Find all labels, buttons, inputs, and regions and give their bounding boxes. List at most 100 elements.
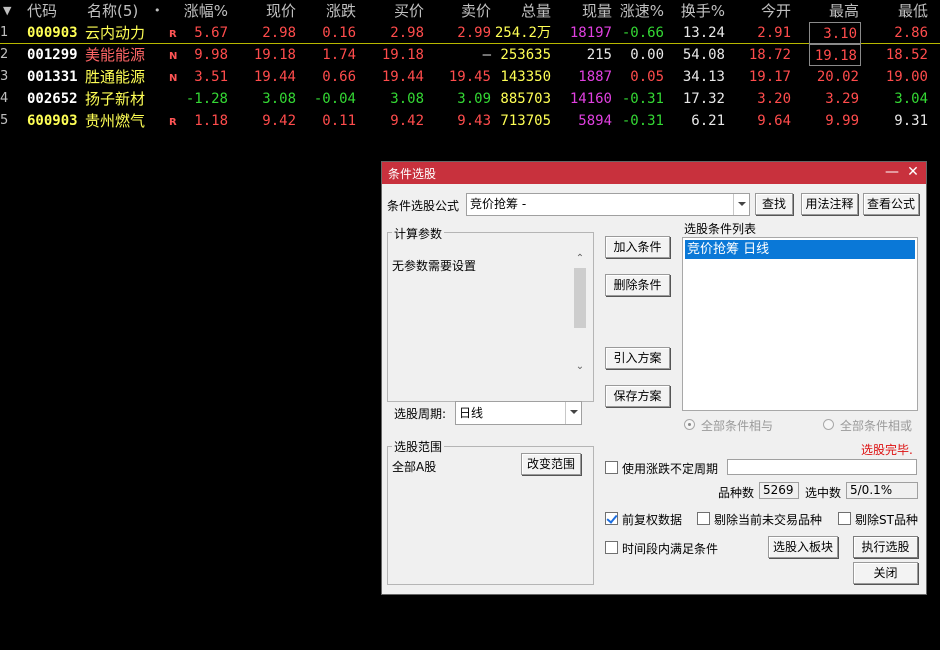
exclude-st-checkbox[interactable] [838,512,851,525]
count-label: 品种数 [718,486,755,500]
status-text: 选股完毕. [861,443,913,457]
col-dot: • [154,4,161,17]
speed: -0.31 [621,91,664,107]
scrollbar-thumb[interactable] [574,268,586,328]
table-row[interactable]: 4 002652 扬子新材 -1.28 3.08 -0.04 3.08 3.09… [0,88,940,110]
params-text: 无参数需要设置 [392,259,477,273]
scroll-down-icon[interactable]: ⌄ [575,362,585,372]
save-plan-button[interactable]: 保存方案 [605,385,670,407]
volume: 143350 [500,69,551,85]
table-row[interactable]: 1 000903 云内动力 R 5.67 2.98 0.16 2.98 2.99… [0,22,940,44]
change: 0.11 [322,113,356,129]
to-board-button[interactable]: 选股入板块 [768,536,838,558]
import-plan-button[interactable]: 引入方案 [605,347,670,369]
col-code[interactable]: 代码 [27,0,57,22]
time-range-checkbox[interactable] [605,541,618,554]
speed: -0.31 [621,113,664,129]
radio-or-label: 全部条件相或 [840,419,913,433]
period-select[interactable]: 日线 [455,401,582,425]
stock-flag: N [169,51,178,62]
high: 3.10 [809,22,861,44]
formula-value: 竞价抢筹 - [470,197,527,211]
low: 2.86 [894,25,928,41]
scroll-up-icon[interactable]: ⌃ [575,254,585,264]
sort-indicator-icon[interactable]: ▼ [3,0,11,22]
count-value: 5269 [763,483,794,497]
table-row[interactable]: 2 001299 美能能源 N 9.98 19.18 1.74 19.18 – … [0,44,940,66]
table-header: ▼ 代码 名称(5) • 涨幅% 现价 涨跌 买价 卖价 总量 现量 涨速% 换… [0,0,940,22]
col-cur-volume[interactable]: 现量 [582,0,612,22]
radio-or[interactable] [823,419,834,430]
usage-notes-button[interactable]: 用法注释 [801,193,858,215]
change-pct: 5.67 [194,25,228,41]
dialog-title: 条件选股 [388,167,437,181]
stock-quote-table: ▼ 代码 名称(5) • 涨幅% 现价 涨跌 买价 卖价 总量 现量 涨速% 换… [0,0,940,132]
high: 9.99 [825,113,859,129]
list-item[interactable]: 竞价抢筹 日线 [685,240,915,259]
col-low[interactable]: 最低 [898,0,928,22]
cur-volume: 18197 [569,25,612,41]
col-change[interactable]: 涨跌 [326,0,356,22]
table-row[interactable]: 5 600903 贵州燃气 R 1.18 9.42 0.11 9.42 9.43… [0,110,940,132]
col-turnover[interactable]: 换手% [681,0,725,22]
change-pct: -1.28 [185,91,228,107]
table-row[interactable]: 3 001331 胜通能源 N 3.51 19.44 0.66 19.44 19… [0,66,940,88]
col-open[interactable]: 今开 [761,0,791,22]
dialog-titlebar[interactable]: 条件选股 — ✕ [382,162,926,184]
row-index: 1 [0,25,9,40]
search-button[interactable]: 查找 [755,193,793,215]
exclude-untraded-checkbox[interactable] [697,512,710,525]
bid: 19.18 [381,47,424,63]
turnover: 17.32 [682,91,725,107]
col-change-pct[interactable]: 涨幅% [184,0,228,22]
formula-select[interactable]: 竞价抢筹 - [466,193,750,216]
condition-list[interactable]: 竞价抢筹 日线 [682,237,918,411]
bid: 3.08 [390,91,424,107]
period-value: 日线 [459,406,484,420]
execute-button[interactable]: 执行选股 [853,536,918,558]
chevron-down-icon[interactable] [733,194,749,215]
delete-condition-button[interactable]: 删除条件 [605,274,670,296]
open: 9.64 [757,113,791,129]
high: 20.02 [816,69,859,85]
add-condition-button[interactable]: 加入条件 [605,236,670,258]
speed: 0.00 [630,47,664,63]
view-formula-button[interactable]: 查看公式 [863,193,919,215]
stock-flag: N [169,73,178,84]
col-name[interactable]: 名称(5) [87,0,138,22]
change: 0.16 [322,25,356,41]
open: 19.17 [748,69,791,85]
period-range-field[interactable] [727,459,917,475]
change-pct: 1.18 [194,113,228,129]
col-high[interactable]: 最高 [829,0,859,22]
col-ask[interactable]: 卖价 [461,0,491,22]
change: 0.66 [322,69,356,85]
price: 9.42 [262,113,296,129]
col-price[interactable]: 现价 [266,0,296,22]
change: -0.04 [313,91,356,107]
radio-and[interactable] [684,419,695,430]
chevron-down-icon[interactable] [565,402,581,424]
price: 19.44 [253,69,296,85]
speed: -0.66 [621,25,664,41]
col-volume[interactable]: 总量 [521,0,551,22]
turnover: 34.13 [682,69,725,85]
ask: 2.99 [457,25,491,41]
change-scope-button[interactable]: 改变范围 [521,453,581,475]
close-icon[interactable]: ✕ [905,163,921,181]
close-button[interactable]: 关闭 [853,562,918,584]
exclude-untraded-label: 剔除当前未交易品种 [714,513,823,527]
stock-code: 001331 [27,69,78,85]
minimize-icon[interactable]: — [884,163,900,181]
scope-value: 全部A股 [392,460,437,474]
params-scrollbar[interactable]: ⌃ ⌄ [572,252,588,377]
stock-code: 002652 [27,91,78,107]
params-group-title: 计算参数 [392,225,445,242]
col-bid[interactable]: 买价 [394,0,424,22]
col-speed[interactable]: 涨速% [620,0,664,22]
pre-adjust-checkbox[interactable] [605,512,618,525]
use-period-checkbox[interactable] [605,461,618,474]
low: 18.52 [885,47,928,63]
stock-name: 胜通能源 [85,68,146,86]
ask: 3.09 [457,91,491,107]
